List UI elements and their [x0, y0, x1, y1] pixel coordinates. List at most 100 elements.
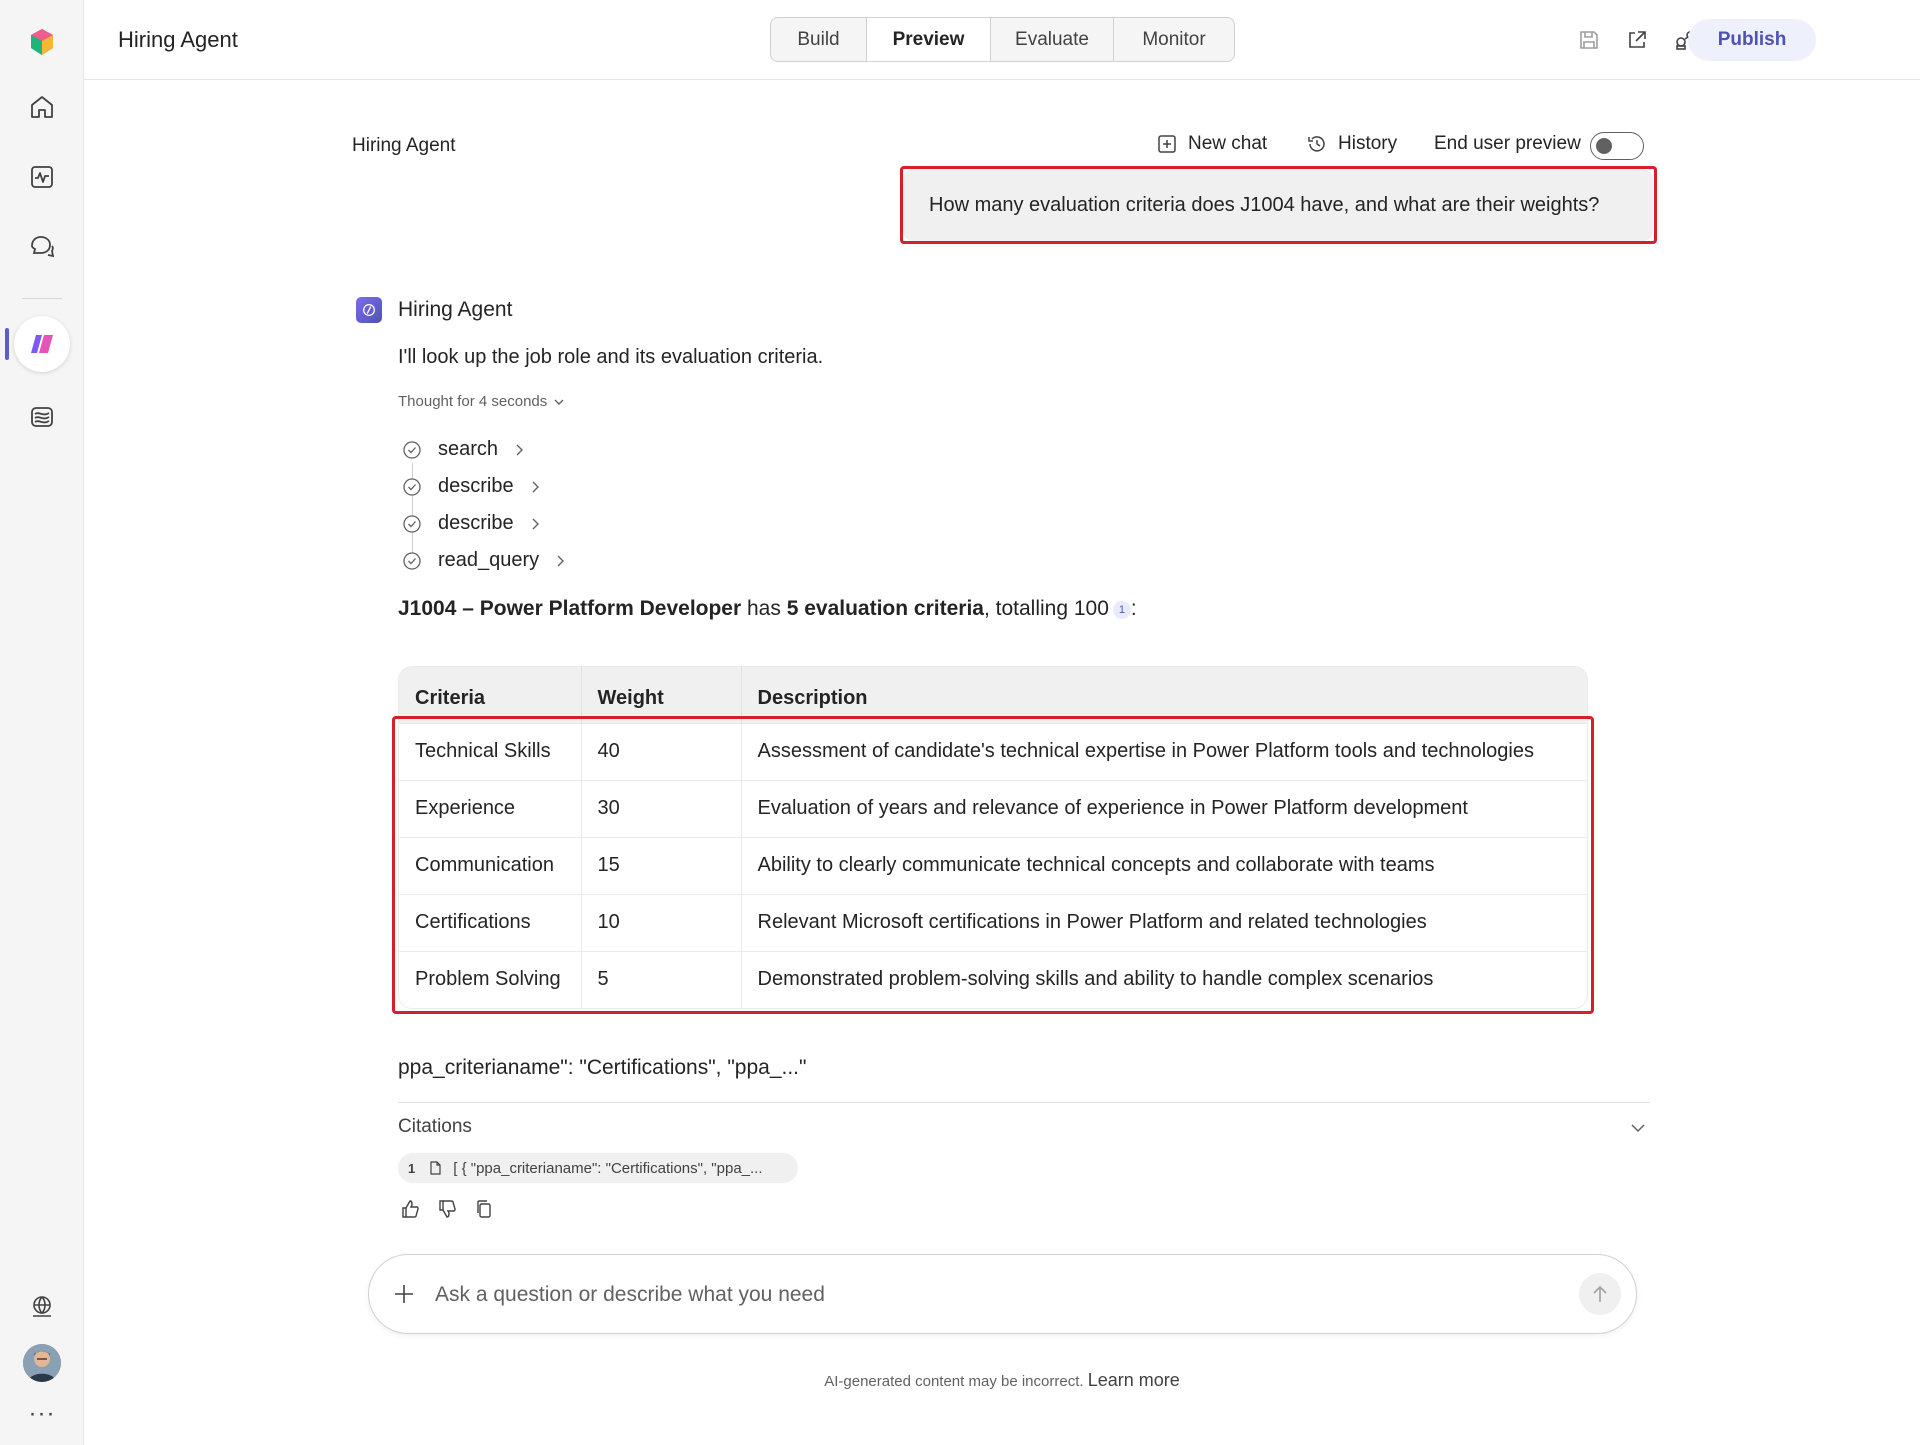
thumbs-up-icon[interactable]: [399, 1198, 421, 1220]
app-title: Hiring Agent: [118, 27, 238, 52]
thought-label: Thought for 4 seconds: [398, 393, 548, 410]
end-user-preview-label: End user preview: [1434, 133, 1581, 154]
publish-button[interactable]: Publish: [1688, 19, 1816, 61]
chevron-down-icon[interactable]: [1628, 1118, 1648, 1138]
citation-text: [ { "ppa_criterianame": "Certifications"…: [453, 1159, 763, 1177]
new-chat-button[interactable]: New chat: [1156, 133, 1267, 155]
check-circle-icon: [403, 551, 421, 570]
chevron-right-icon: [532, 518, 539, 529]
summary-count: 5 evaluation criteria: [786, 597, 984, 620]
library-icon[interactable]: [17, 392, 67, 442]
left-rail: ···: [0, 0, 84, 1445]
copilot-logo-icon[interactable]: [17, 17, 67, 67]
top-bar: Hiring Agent Build Preview Evaluate Moni…: [84, 0, 1920, 80]
check-circle-icon: [403, 477, 421, 496]
weight-cell: 15: [581, 836, 742, 894]
step-label: describe: [438, 475, 514, 497]
criteria-cell: Certifications: [399, 893, 582, 951]
reply-author: Hiring Agent: [398, 298, 513, 321]
chevron-right-icon: [516, 444, 524, 455]
save-icon[interactable]: [1574, 25, 1604, 55]
description-cell: Relevant Microsoft certifications in Pow…: [741, 893, 1587, 951]
chat-icon[interactable]: [17, 222, 67, 272]
table-row: Problem Solving 5 Demonstrated problem-s…: [399, 950, 1587, 1008]
chat-input[interactable]: [435, 1275, 1535, 1315]
step-label: read_query: [438, 549, 540, 571]
disclaimer: AI-generated content may be incorrect. L…: [0, 1370, 1920, 1391]
citation-number: 1: [408, 1160, 416, 1176]
citations-label: Citations: [398, 1116, 472, 1137]
table-row: Technical Skills 40 Assessment of candid…: [399, 722, 1587, 780]
user-message: How many evaluation criteria does J1004 …: [903, 169, 1653, 241]
home-icon[interactable]: [17, 82, 67, 132]
table-row: Communication 15 Ability to clearly comm…: [399, 836, 1587, 894]
header-weight: Weight: [581, 667, 742, 723]
copy-icon[interactable]: [473, 1198, 495, 1220]
add-attachment-icon[interactable]: [391, 1281, 417, 1307]
reply-intro: I'll look up the job role and its evalua…: [398, 346, 824, 368]
criteria-cell: Experience: [399, 779, 582, 837]
send-button[interactable]: [1579, 1273, 1621, 1315]
step-describe-1[interactable]: describe: [402, 475, 542, 498]
tab-evaluate[interactable]: Evaluate: [991, 18, 1114, 61]
more-icon[interactable]: ···: [0, 1400, 84, 1428]
step-search[interactable]: search: [402, 438, 526, 461]
summary-has: has: [741, 597, 787, 620]
agent-avatar-icon: [356, 297, 382, 323]
rail-active-indicator: [5, 328, 9, 360]
citation-marker[interactable]: 1: [1112, 601, 1131, 619]
header-criteria: Criteria: [399, 667, 582, 723]
step-describe-2[interactable]: describe: [402, 512, 542, 535]
chevron-right-icon: [557, 555, 565, 566]
disclaimer-text: AI-generated content may be incorrect.: [824, 1373, 1084, 1390]
rail-separator: [22, 298, 62, 299]
table-row: Certifications 10 Relevant Microsoft cer…: [399, 893, 1587, 951]
activity-icon[interactable]: [17, 152, 67, 202]
agent-icon[interactable]: [14, 316, 70, 372]
tab-preview[interactable]: Preview: [867, 18, 991, 61]
summary-end: :: [1130, 597, 1137, 620]
mode-tabs: Build Preview Evaluate Monitor: [770, 17, 1235, 62]
chevron-right-icon: [532, 481, 539, 492]
table-header-row: Criteria Weight Description: [399, 667, 1587, 723]
history-button[interactable]: History: [1306, 133, 1397, 155]
chat-agent-name: Hiring Agent: [352, 135, 456, 156]
description-cell: Demonstrated problem-solving skills and …: [741, 950, 1587, 1008]
reply-summary: J1004 – Power Platform Developer has 5 e…: [398, 597, 1137, 621]
description-cell: Ability to clearly communicate technical…: [741, 836, 1587, 894]
criteria-cell: Technical Skills: [399, 722, 582, 780]
citations-divider: [398, 1102, 1650, 1103]
thought-toggle[interactable]: Thought for 4 seconds: [398, 393, 565, 410]
summary-rest: , totalling 100: [983, 597, 1109, 620]
arrow-up-icon: [1593, 1285, 1607, 1302]
citation-chip[interactable]: 1 [ { "ppa_criterianame": "Certification…: [398, 1153, 798, 1183]
chat-input-container: [368, 1254, 1637, 1334]
table-row: Experience 30 Evaluation of years and re…: [399, 779, 1587, 837]
summary-role: J1004 – Power Platform Developer: [398, 597, 742, 620]
share-icon[interactable]: [1622, 25, 1652, 55]
criteria-cell: Communication: [399, 836, 582, 894]
description-cell: Assessment of candidate's technical expe…: [741, 722, 1587, 780]
document-icon: [430, 1161, 441, 1175]
globe-icon[interactable]: [17, 1282, 67, 1332]
weight-cell: 5: [581, 950, 742, 1008]
step-label: search: [438, 438, 499, 460]
tab-build[interactable]: Build: [771, 18, 867, 61]
new-chat-icon: [1158, 135, 1176, 153]
check-circle-icon: [403, 440, 421, 459]
learn-more-link[interactable]: Learn more: [1088, 1370, 1180, 1390]
history-label: History: [1338, 133, 1398, 154]
weight-cell: 30: [581, 779, 742, 837]
header-description: Description: [741, 667, 1587, 723]
description-cell: Evaluation of years and relevance of exp…: [741, 779, 1587, 837]
end-user-preview-toggle[interactable]: [1590, 132, 1644, 160]
weight-cell: 10: [581, 893, 742, 951]
tab-monitor[interactable]: Monitor: [1114, 18, 1234, 61]
history-icon: [1308, 136, 1325, 152]
chevron-down-icon: [554, 399, 564, 405]
criteria-table: Criteria Weight Description Technical Sk…: [398, 666, 1588, 1009]
step-read-query[interactable]: read_query: [402, 549, 567, 572]
criteria-cell: Problem Solving: [399, 950, 582, 1008]
thumbs-down-icon[interactable]: [436, 1198, 458, 1220]
toggle-knob: [1596, 138, 1612, 154]
